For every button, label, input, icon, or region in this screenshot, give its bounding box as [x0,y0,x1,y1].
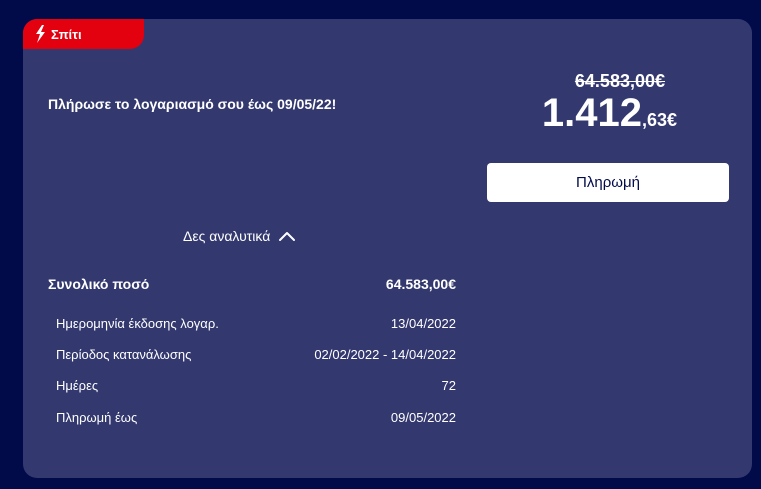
amount-minor: ,63€ [641,110,677,130]
detail-label: Πληρωμή έως [56,410,138,425]
detail-value: 02/02/2022 - 14/04/2022 [314,347,456,362]
chevron-up-icon [279,232,296,241]
amount-major: 1.412 [541,91,642,135]
detail-value: 09/05/2022 [390,410,456,425]
detail-value: 13/04/2022 [390,316,456,331]
total-label: Συνολικό ποσό [48,276,150,292]
badge-label: Σπίτι [51,26,82,42]
details-toggle-label: Δες αναλυτικά [183,228,271,244]
payment-message: Πλήρωσε το λογαριασμό σου έως 09/05/22! [48,96,337,112]
pay-button[interactable]: Πληρωμή [487,163,729,202]
detail-label: Περίοδος κατανάλωσης [56,347,192,362]
detail-row-issue-date: Ημερομηνία έκδοσης λογαρ. 13/04/2022 [56,316,456,331]
amount-due: 1.412 ,63€ [542,91,677,136]
total-value: 64.583,00€ [385,276,456,292]
detail-row-days: Ημέρες 72 [56,378,456,393]
category-badge: Σπίτι [23,19,144,49]
total-row: Συνολικό ποσό 64.583,00€ [48,276,456,292]
detail-value: 72 [441,378,456,393]
bill-card: Σπίτι Πλήρωσε το λογαριασμό σου έως 09/0… [23,19,752,478]
detail-label: Ημέρες [56,378,99,393]
detail-row-consumption-period: Περίοδος κατανάλωσης 02/02/2022 - 14/04/… [56,347,456,362]
details-toggle[interactable]: Δες αναλυτικά [183,228,296,244]
detail-row-pay-by: Πληρωμή έως 09/05/2022 [56,410,456,425]
old-amount: 64.583,00€ [574,71,665,91]
detail-label: Ημερομηνία έκδοσης λογαρ. [56,316,219,331]
lightning-bolt-icon [36,25,45,43]
